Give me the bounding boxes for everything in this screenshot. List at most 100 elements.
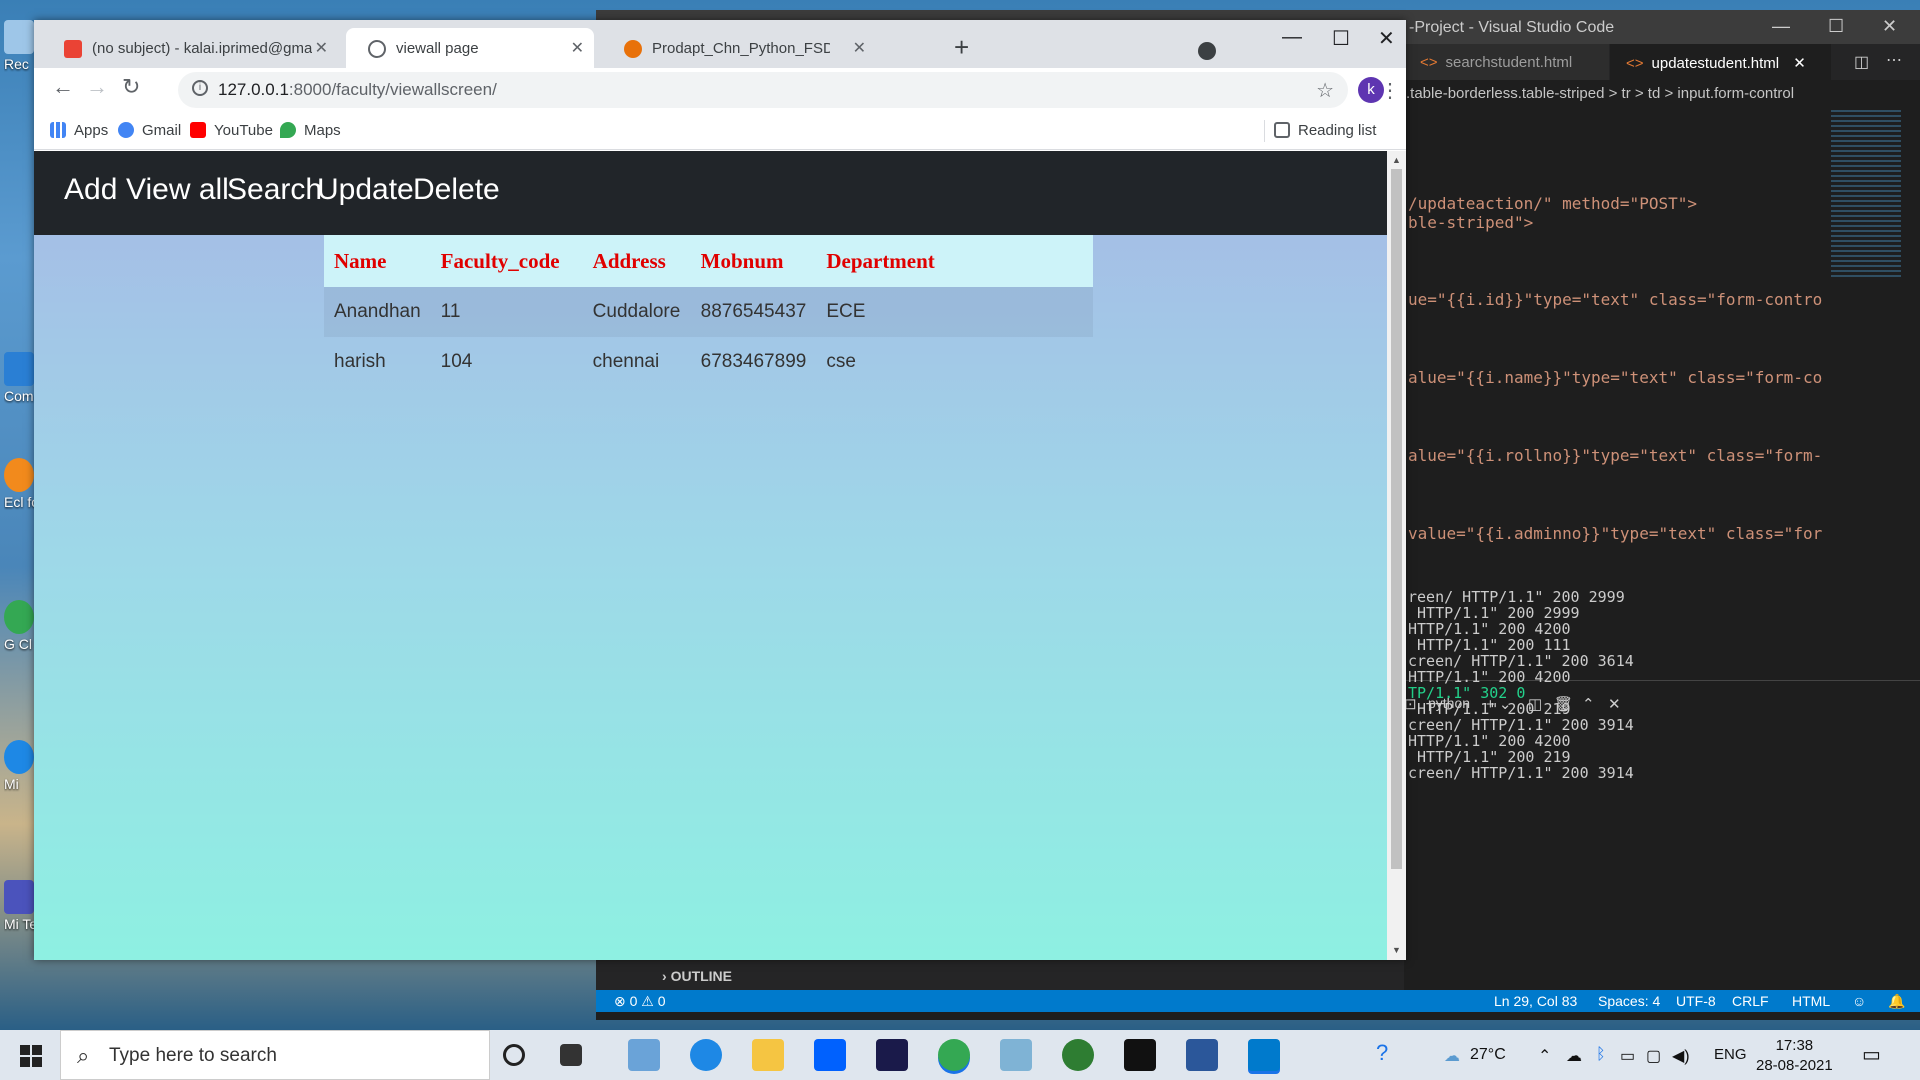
problems-indicator[interactable]: ⊗ 0 ⚠ 0: [614, 993, 666, 1010]
scroll-down-icon[interactable]: ▼: [1392, 945, 1401, 955]
editor-tab-updatestudent[interactable]: <> updatestudent.html ✕: [1610, 44, 1832, 80]
nav-search[interactable]: Search: [227, 173, 322, 207]
code-line[interactable]: ble-striped">: [1408, 213, 1533, 232]
apps-grid-icon: [50, 122, 66, 138]
desktop-icon-eclipse[interactable]: Ecl for: [4, 458, 34, 510]
bookmark-youtube[interactable]: YouTube: [190, 122, 273, 139]
anaconda-icon[interactable]: [1062, 1039, 1094, 1071]
forward-arrow-icon[interactable]: →: [86, 74, 108, 100]
edge-icon: [4, 740, 34, 774]
cursor-position[interactable]: Ln 29, Col 83: [1494, 993, 1577, 1009]
indentation[interactable]: Spaces: 4: [1598, 993, 1660, 1009]
close-icon[interactable]: ✕: [1882, 16, 1897, 37]
minimap[interactable]: [1831, 110, 1901, 280]
feedback-icon[interactable]: ☺: [1852, 993, 1866, 1009]
desktop-icon-teams[interactable]: Mi Teams: [4, 880, 34, 932]
tab-prodapt[interactable]: Prodapt_Chn_Python_FSD_14: Co ✕: [602, 28, 870, 68]
tab-search-icon[interactable]: [1198, 42, 1216, 60]
tab-viewall-page[interactable]: viewall page ✕: [346, 28, 594, 68]
taskbar-search-box[interactable]: ⌕ Type here to search: [60, 1030, 490, 1080]
vscode-icon[interactable]: [1248, 1039, 1280, 1071]
editor-tab-searchstudent[interactable]: <> searchstudent.html: [1404, 44, 1610, 80]
language-mode[interactable]: HTML: [1792, 993, 1830, 1009]
file-explorer-icon[interactable]: [752, 1039, 784, 1071]
back-arrow-icon[interactable]: ←: [52, 74, 74, 100]
weather-temp[interactable]: 27°C: [1470, 1046, 1506, 1064]
tab-gmail[interactable]: (no subject) - kalai.iprimed@gma ✕: [42, 28, 338, 68]
page-scrollbar[interactable]: ▲ ▼: [1387, 151, 1406, 960]
maximize-panel-icon[interactable]: ⌃: [1582, 695, 1595, 713]
maximize-icon[interactable]: ☐: [1828, 16, 1844, 37]
close-panel-icon[interactable]: ✕: [1608, 695, 1621, 713]
split-editor-icon[interactable]: ◫: [1854, 52, 1869, 72]
chevron-up-icon[interactable]: ⌃: [1538, 1046, 1551, 1066]
desktop-icon-recycle-bin[interactable]: Rec: [4, 20, 34, 72]
notifications-icon[interactable]: ▭: [1862, 1042, 1881, 1067]
onedrive-icon[interactable]: ☁: [1566, 1046, 1582, 1066]
divider: [1264, 120, 1265, 142]
cortana-icon[interactable]: [503, 1044, 525, 1066]
bookmark-gmail[interactable]: Gmail: [118, 122, 181, 139]
task-view-icon[interactable]: [560, 1044, 582, 1066]
code-line[interactable]: alue="{{i.rollno}}"type="text" class="fo…: [1408, 446, 1822, 465]
more-actions-icon[interactable]: ⋯: [1886, 50, 1902, 70]
line-ending[interactable]: CRLF: [1732, 993, 1769, 1009]
terminal-icon[interactable]: [1124, 1039, 1156, 1071]
nav-add[interactable]: Add: [64, 173, 117, 207]
close-tab-icon[interactable]: ✕: [853, 38, 866, 58]
clock-time: 17:38: [1775, 1037, 1814, 1054]
table-header-row: Name Faculty_code Address Mobnum Departm…: [324, 235, 1093, 287]
scroll-up-icon[interactable]: ▲: [1392, 155, 1401, 165]
network-icon[interactable]: ▢: [1646, 1046, 1661, 1066]
reload-icon[interactable]: ↻: [122, 74, 140, 100]
encoding[interactable]: UTF-8: [1676, 993, 1716, 1009]
desktop-icon-chrome[interactable]: G Cl: [4, 600, 34, 652]
chrome-icon[interactable]: [938, 1039, 970, 1071]
minimize-icon[interactable]: —: [1772, 16, 1790, 37]
language-indicator[interactable]: ENG: [1714, 1046, 1747, 1063]
address-bar[interactable]: i 127.0.0.1:8000/faculty/viewallscreen/ …: [178, 72, 1348, 108]
volume-icon[interactable]: ◀): [1672, 1046, 1690, 1066]
scrollbar-thumb[interactable]: [1391, 169, 1402, 869]
nav-delete[interactable]: Delete: [413, 173, 500, 207]
close-icon[interactable]: ✕: [1378, 26, 1395, 51]
bookmark-maps[interactable]: Maps: [280, 122, 341, 139]
bookmark-star-icon[interactable]: ☆: [1316, 78, 1334, 103]
weather-icon[interactable]: ☁: [1444, 1046, 1460, 1066]
tab-strip: (no subject) - kalai.iprimed@gma ✕ viewa…: [34, 20, 1406, 68]
minimize-icon[interactable]: —: [1282, 26, 1302, 49]
close-tab-icon[interactable]: ✕: [571, 38, 584, 58]
desktop-icon-edge[interactable]: Mi: [4, 740, 34, 792]
nav-view-all[interactable]: View all: [126, 173, 229, 207]
reading-list-button[interactable]: Reading list: [1274, 122, 1376, 139]
menu-icon[interactable]: ⋮: [1380, 78, 1400, 103]
dropbox-icon[interactable]: [814, 1039, 846, 1071]
bluetooth-icon[interactable]: ᛒ: [1596, 1046, 1606, 1064]
clock[interactable]: 17:38 28-08-2021: [1756, 1036, 1833, 1076]
maps-pin-icon: [280, 122, 296, 138]
nav-update[interactable]: Update: [317, 173, 414, 207]
word-icon[interactable]: [1186, 1039, 1218, 1071]
maximize-icon[interactable]: ☐: [1332, 26, 1350, 51]
battery-icon[interactable]: ▭: [1620, 1046, 1635, 1066]
edge-icon[interactable]: [690, 1039, 722, 1071]
code-line[interactable]: value="{{i.adminno}}"type="text" class="…: [1408, 524, 1822, 543]
page-viewport: Add View all Search Update Delete Name F…: [34, 151, 1387, 960]
code-line[interactable]: /updateaction/" method="POST">: [1408, 194, 1697, 213]
powershell-icon[interactable]: [876, 1039, 908, 1071]
close-tab-icon[interactable]: ✕: [1793, 55, 1806, 72]
bell-icon[interactable]: 🔔: [1888, 993, 1905, 1010]
outline-section[interactable]: › OUTLINE: [596, 960, 1404, 990]
code-line[interactable]: ue="{{i.id}}"type="text" class="form-con…: [1408, 290, 1822, 309]
app-icon[interactable]: [1000, 1039, 1032, 1071]
bookmark-apps[interactable]: Apps: [50, 122, 108, 139]
help-icon[interactable]: ?: [1376, 1040, 1388, 1066]
close-tab-icon[interactable]: ✕: [315, 38, 328, 58]
file-share-icon[interactable]: [628, 1039, 660, 1071]
code-line[interactable]: alue="{{i.name}}"type="text" class="form…: [1408, 368, 1822, 387]
desktop-icon-computer[interactable]: Com: [4, 352, 34, 404]
new-tab-button[interactable]: +: [954, 32, 969, 63]
cell-department: ECE: [816, 287, 1093, 337]
site-info-icon[interactable]: i: [192, 80, 208, 96]
windows-start-icon[interactable]: [20, 1045, 42, 1067]
